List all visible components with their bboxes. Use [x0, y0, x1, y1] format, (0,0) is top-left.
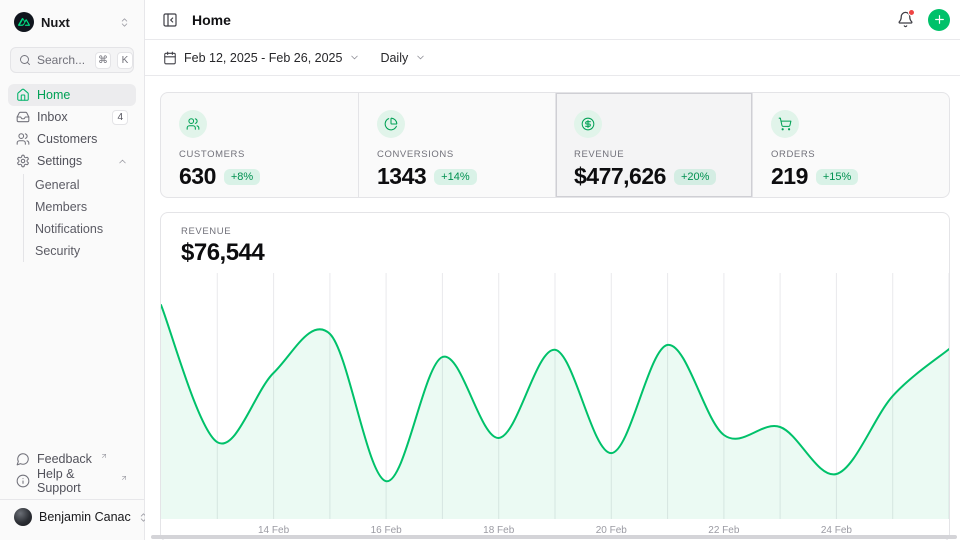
stat-value: 219	[771, 163, 808, 190]
date-range-label: Feb 12, 2025 - Feb 26, 2025	[184, 51, 342, 65]
stat-label: REVENUE	[574, 149, 734, 160]
main-panel: Home Feb 12, 2025 - Feb 26, 2025 Daily	[145, 0, 960, 540]
granularity-select[interactable]: Daily	[380, 51, 426, 65]
users-icon	[179, 110, 207, 138]
add-button[interactable]	[928, 9, 950, 31]
revenue-area-chart[interactable]	[161, 273, 949, 519]
filters-toolbar: Feb 12, 2025 - Feb 26, 2025 Daily	[145, 40, 960, 76]
sidebar-item-settings[interactable]: Settings	[8, 150, 136, 172]
sidebar-item-members[interactable]: Members	[27, 196, 136, 218]
collapse-sidebar-button[interactable]	[157, 7, 183, 33]
stat-card-conversions[interactable]: CONVERSIONS 1343 +14%	[358, 93, 555, 197]
delta-badge: +20%	[674, 169, 716, 185]
sidebar-subitem-label: Members	[35, 200, 87, 214]
chevron-up-icon	[117, 156, 128, 167]
stat-label: CUSTOMERS	[179, 149, 340, 160]
side-link-label: Feedback	[37, 452, 92, 466]
sidebar: Nuxt ⌘ K Home Inbox 4	[0, 0, 145, 540]
stat-value: 630	[179, 163, 216, 190]
notifications-button[interactable]	[892, 7, 918, 33]
nuxt-logo-icon	[14, 12, 34, 32]
delta-badge: +8%	[224, 169, 260, 185]
user-name: Benjamin Canac	[39, 510, 131, 524]
sidebar-item-security[interactable]: Security	[27, 240, 136, 262]
kbd-cmd: ⌘	[95, 52, 111, 69]
dollar-circle-icon	[574, 110, 602, 138]
chat-bubble-icon	[16, 452, 30, 466]
calendar-icon	[163, 51, 177, 65]
plus-icon	[933, 13, 946, 26]
side-link-label: Help & Support	[37, 467, 112, 495]
sidebar-item-label: Inbox	[37, 110, 68, 124]
stat-value: 1343	[377, 163, 426, 190]
external-link-icon	[120, 474, 128, 482]
cart-icon	[771, 110, 799, 138]
stat-card-revenue[interactable]: REVENUE $477,626 +20%	[555, 93, 752, 197]
delta-badge: +15%	[816, 169, 858, 185]
horizontal-scrollbar[interactable]	[151, 535, 957, 539]
sidebar-subitem-label: Security	[35, 244, 80, 258]
chart-header: REVENUE $76,544	[161, 213, 949, 267]
chart-canvas	[161, 273, 949, 519]
sidebar-footer: Feedback Help & Support Benjamin Canac	[8, 448, 136, 532]
stat-value: $477,626	[574, 163, 666, 190]
external-link-icon	[100, 452, 108, 460]
sidebar-nav: Home Inbox 4 Customers Settings Genera	[8, 84, 136, 262]
inbox-count-badge: 4	[112, 110, 128, 125]
stat-label: CONVERSIONS	[377, 149, 537, 160]
page-header: Home	[145, 0, 960, 40]
chevron-down-icon	[349, 52, 360, 63]
stat-card-customers[interactable]: CUSTOMERS 630 +8%	[161, 93, 358, 197]
settings-subnav: General Members Notifications Security	[23, 174, 136, 262]
granularity-label: Daily	[380, 51, 408, 65]
page-title: Home	[192, 12, 231, 28]
notification-dot	[908, 9, 915, 16]
users-icon	[16, 132, 30, 146]
pie-chart-icon	[377, 110, 405, 138]
sidebar-item-label: Settings	[37, 154, 82, 168]
sidebar-item-inbox[interactable]: Inbox 4	[8, 106, 136, 128]
chevrons-up-down-icon	[119, 17, 130, 28]
workspace-name: Nuxt	[41, 15, 70, 30]
sidebar-item-notifications[interactable]: Notifications	[27, 218, 136, 240]
chart-metric-label: REVENUE	[181, 226, 929, 237]
workspace-selector[interactable]: Nuxt	[8, 8, 136, 36]
user-avatar	[14, 508, 32, 526]
gear-icon	[16, 154, 30, 168]
search-input[interactable]	[37, 53, 89, 67]
stat-card-orders[interactable]: ORDERS 219 +15%	[752, 93, 949, 197]
sidebar-item-label: Customers	[37, 132, 97, 146]
revenue-chart-card: REVENUE $76,544 14 Feb16 Feb18 Feb20 Feb…	[160, 212, 950, 540]
sidebar-item-label: Home	[37, 88, 70, 102]
kbd-k: K	[117, 52, 133, 69]
inbox-icon	[16, 110, 30, 124]
delta-badge: +14%	[434, 169, 476, 185]
sidebar-item-customers[interactable]: Customers	[8, 128, 136, 150]
chart-metric-value: $76,544	[181, 239, 929, 267]
info-circle-icon	[16, 474, 30, 488]
home-icon	[16, 88, 30, 102]
search-icon	[19, 54, 31, 66]
user-menu[interactable]: Benjamin Canac	[0, 499, 144, 532]
help-support-link[interactable]: Help & Support	[8, 470, 136, 492]
sidebar-item-home[interactable]: Home	[8, 84, 136, 106]
chevron-down-icon	[415, 52, 426, 63]
stat-label: ORDERS	[771, 149, 931, 160]
sidebar-item-general[interactable]: General	[27, 174, 136, 196]
sidebar-subitem-label: Notifications	[35, 222, 103, 236]
search-field[interactable]: ⌘ K	[10, 47, 134, 73]
sidebar-subitem-label: General	[35, 178, 79, 192]
stats-row: CUSTOMERS 630 +8% CONVERSIONS 1343 +14% …	[160, 92, 950, 198]
date-range-button[interactable]: Feb 12, 2025 - Feb 26, 2025	[163, 51, 360, 65]
panel-left-close-icon	[162, 12, 178, 28]
